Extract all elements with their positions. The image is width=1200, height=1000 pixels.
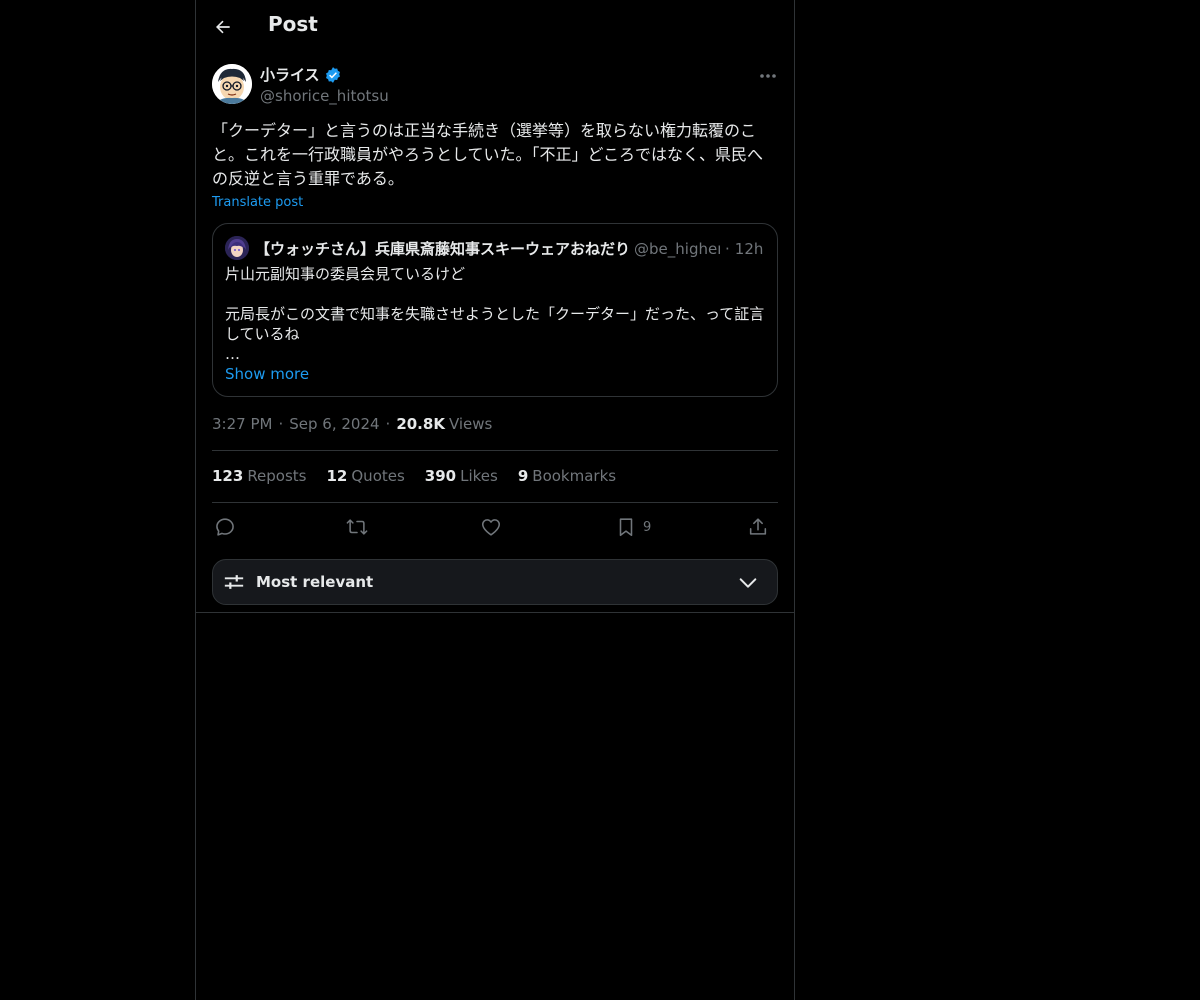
bookmarks-label: Bookmarks [532, 467, 617, 485]
reply-sort-dropdown[interactable]: Most relevant [212, 559, 778, 605]
reposts-count: 123 [212, 467, 244, 485]
likes-label: Likes [460, 467, 498, 485]
author-info: 小ライス @shorice_hitotsu [260, 64, 389, 105]
likes-stat[interactable]: 390 Likes [425, 467, 498, 485]
translate-post-link[interactable]: Translate post [212, 195, 303, 210]
divider [212, 502, 778, 503]
quoted-author-handle: @be_higher_ [634, 239, 720, 258]
more-options-button[interactable] [756, 66, 780, 86]
quotes-label: Quotes [351, 467, 405, 485]
avatar-illustration [212, 64, 252, 104]
divider [212, 450, 778, 451]
sliders-icon [224, 575, 244, 589]
separator-dot: · [725, 239, 730, 258]
bookmark-button[interactable]: 9 [615, 516, 651, 538]
separator-dot: · [385, 415, 391, 433]
post-header: Post [196, 0, 794, 54]
separator-dot: · [278, 415, 284, 433]
arrow-left-icon [216, 20, 230, 34]
repost-icon [346, 519, 368, 535]
back-button[interactable] [209, 13, 237, 41]
likes-count: 390 [424, 467, 457, 485]
repost-button[interactable] [346, 516, 368, 538]
post-stats: 123 Reposts 12 Quotes 390 Likes 9 Bookmarks [212, 467, 636, 485]
post-column: Post 小ライス @shorice_hitotsu 「クーデター」と言うのは正… [195, 0, 795, 1000]
quoted-author-name: 【ウォッチさん】兵庫県斎藤知事スキーウェアおねだり [255, 240, 631, 258]
bookmark-icon [619, 518, 633, 537]
post-text: 「クーデター」と言うのは正当な手続き（選挙等）を取らない権力転覆のこと。これを一… [212, 121, 764, 188]
bookmarks-stat[interactable]: 9 Bookmarks [518, 467, 616, 485]
bookmark-count: 9 [643, 519, 652, 535]
reposts-stat[interactable]: 123 Reposts [212, 467, 307, 485]
author-avatar[interactable] [212, 64, 252, 104]
quoted-post-text: 片山元副知事の委員会見ているけど 元局長がこの文書で知事を失職させようとした「ク… [225, 265, 765, 363]
post-date[interactable]: Sep 6, 2024 [289, 415, 379, 433]
reposts-label: Reposts [247, 467, 307, 485]
share-icon [749, 518, 767, 535]
more-dots-icon [760, 74, 776, 78]
quoted-post[interactable]: 【ウォッチさん】兵庫県斎藤知事スキーウェアおねだり @be_higher_ · … [212, 223, 778, 397]
show-more-link[interactable]: Show more [225, 365, 309, 383]
reply-icon [216, 518, 234, 536]
sort-label: Most relevant [256, 573, 374, 591]
quoted-post-header: 【ウォッチさん】兵庫県斎藤知事スキーウェアおねだり @be_higher_ · … [255, 238, 767, 259]
page-title: Post [268, 12, 318, 36]
like-button[interactable] [480, 516, 502, 538]
author-handle[interactable]: @shorice_hitotsu [260, 87, 389, 105]
author-display-name[interactable]: 小ライス [260, 64, 320, 85]
quotes-count: 12 [326, 467, 348, 485]
views-count: 20.8K [396, 415, 445, 433]
divider [196, 612, 794, 613]
post-time[interactable]: 3:27 PM [212, 415, 272, 433]
bookmarks-count: 9 [517, 467, 529, 485]
post-actions: 9 [212, 504, 778, 552]
chevron-down-icon [739, 578, 757, 588]
views-label: Views [448, 415, 493, 433]
reply-button[interactable] [214, 516, 236, 538]
quoted-author-avatar [225, 236, 249, 260]
share-button[interactable] [747, 516, 769, 538]
quotes-stat[interactable]: 12 Quotes [327, 467, 405, 485]
post-meta: 3:27 PM · Sep 6, 2024 · 20.8K Views [212, 415, 492, 433]
quoted-post-time: 12h [734, 239, 764, 258]
quoted-avatar-illustration [225, 236, 249, 260]
heart-icon [481, 519, 501, 536]
verified-badge-icon [325, 66, 340, 83]
